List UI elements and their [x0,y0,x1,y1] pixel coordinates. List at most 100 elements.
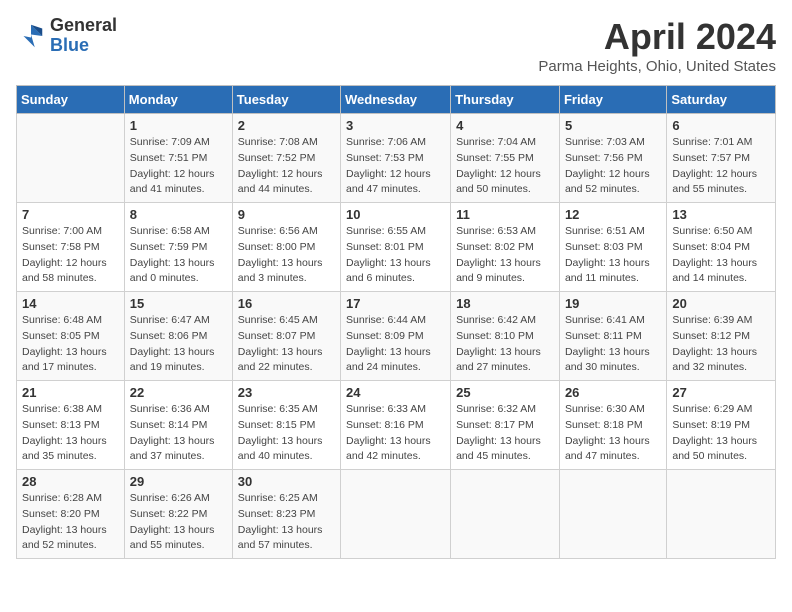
day-info: Sunrise: 6:42 AMSunset: 8:10 PMDaylight:… [456,313,554,376]
day-number: 8 [130,207,227,222]
calendar-cell [17,114,125,203]
weekday-header-thursday: Thursday [451,86,560,114]
day-info: Sunrise: 6:36 AMSunset: 8:14 PMDaylight:… [130,402,227,465]
day-info: Sunrise: 6:26 AMSunset: 8:22 PMDaylight:… [130,491,227,554]
calendar-cell [451,470,560,559]
day-info: Sunrise: 7:09 AMSunset: 7:51 PMDaylight:… [130,135,227,198]
weekday-header-saturday: Saturday [667,86,776,114]
day-number: 9 [238,207,335,222]
day-info: Sunrise: 6:47 AMSunset: 8:06 PMDaylight:… [130,313,227,376]
calendar-cell: 21 Sunrise: 6:38 AMSunset: 8:13 PMDayligh… [17,381,125,470]
day-number: 15 [130,296,227,311]
weekday-header-tuesday: Tuesday [232,86,340,114]
calendar-cell: 7Sunrise: 7:00 AMSunset: 7:58 PMDaylight… [17,203,125,292]
calendar-week-row: 14 Sunrise: 6:48 AMSunset: 8:05 PMDayligh… [17,292,776,381]
weekday-header-sunday: Sunday [17,86,125,114]
calendar-cell: 1 Sunrise: 7:09 AMSunset: 7:51 PMDaylight… [124,114,232,203]
day-info: Sunrise: 6:30 AMSunset: 8:18 PMDaylight:… [565,402,661,465]
calendar-cell: 13Sunrise: 6:50 AMSunset: 8:04 PMDayligh… [667,203,776,292]
calendar-cell: 27 Sunrise: 6:29 AMSunset: 8:19 PMDayligh… [667,381,776,470]
calendar-cell: 12 Sunrise: 6:51 AMSunset: 8:03 PMDayligh… [559,203,666,292]
day-info: Sunrise: 6:56 AMSunset: 8:00 PMDaylight:… [238,224,335,287]
calendar-cell: 10 Sunrise: 6:55 AMSunset: 8:01 PMDayligh… [341,203,451,292]
day-number: 21 [22,385,119,400]
day-info: Sunrise: 6:38 AMSunset: 8:13 PMDaylight:… [22,402,119,465]
calendar-cell: 4 Sunrise: 7:04 AMSunset: 7:55 PMDaylight… [451,114,560,203]
day-number: 26 [565,385,661,400]
calendar-cell: 25Sunrise: 6:32 AMSunset: 8:17 PMDayligh… [451,381,560,470]
calendar-cell: 2 Sunrise: 7:08 AMSunset: 7:52 PMDaylight… [232,114,340,203]
day-info: Sunrise: 6:25 AMSunset: 8:23 PMDaylight:… [238,491,335,554]
logo-blue: Blue [50,36,117,56]
calendar-week-row: 7Sunrise: 7:00 AMSunset: 7:58 PMDaylight… [17,203,776,292]
day-info: Sunrise: 7:06 AMSunset: 7:53 PMDaylight:… [346,135,445,198]
month-title: April 2024 [538,16,776,58]
day-number: 2 [238,118,335,133]
day-number: 5 [565,118,661,133]
calendar-week-row: 21 Sunrise: 6:38 AMSunset: 8:13 PMDayligh… [17,381,776,470]
day-info: Sunrise: 7:04 AMSunset: 7:55 PMDaylight:… [456,135,554,198]
day-number: 14 [22,296,119,311]
day-number: 24 [346,385,445,400]
day-info: Sunrise: 7:08 AMSunset: 7:52 PMDaylight:… [238,135,335,198]
day-number: 12 [565,207,661,222]
day-info: Sunrise: 6:33 AMSunset: 8:16 PMDaylight:… [346,402,445,465]
day-number: 10 [346,207,445,222]
day-number: 23 [238,385,335,400]
day-number: 16 [238,296,335,311]
weekday-header-wednesday: Wednesday [341,86,451,114]
day-info: Sunrise: 6:45 AMSunset: 8:07 PMDaylight:… [238,313,335,376]
calendar-cell: 3 Sunrise: 7:06 AMSunset: 7:53 PMDaylight… [341,114,451,203]
logo-text: General Blue [50,16,117,56]
day-info: Sunrise: 6:35 AMSunset: 8:15 PMDaylight:… [238,402,335,465]
day-number: 3 [346,118,445,133]
day-info: Sunrise: 6:41 AMSunset: 8:11 PMDaylight:… [565,313,661,376]
calendar-cell: 15 Sunrise: 6:47 AMSunset: 8:06 PMDayligh… [124,292,232,381]
day-number: 13 [672,207,770,222]
location-title: Parma Heights, Ohio, United States [538,58,776,75]
calendar-cell: 9 Sunrise: 6:56 AMSunset: 8:00 PMDaylight… [232,203,340,292]
day-info: Sunrise: 7:03 AMSunset: 7:56 PMDaylight:… [565,135,661,198]
day-info: Sunrise: 6:48 AMSunset: 8:05 PMDaylight:… [22,313,119,376]
day-number: 18 [456,296,554,311]
logo: General Blue [16,16,117,56]
day-info: Sunrise: 6:51 AMSunset: 8:03 PMDaylight:… [565,224,661,287]
calendar-table: SundayMondayTuesdayWednesdayThursdayFrid… [16,85,776,559]
calendar-cell [341,470,451,559]
calendar-week-row: 28Sunrise: 6:28 AMSunset: 8:20 PMDayligh… [17,470,776,559]
calendar-cell: 11 Sunrise: 6:53 AMSunset: 8:02 PMDayligh… [451,203,560,292]
day-number: 7 [22,207,119,222]
day-number: 30 [238,474,335,489]
day-number: 22 [130,385,227,400]
calendar-cell [559,470,666,559]
logo-general: General [50,16,117,36]
calendar-cell: 16 Sunrise: 6:45 AMSunset: 8:07 PMDayligh… [232,292,340,381]
day-info: Sunrise: 6:44 AMSunset: 8:09 PMDaylight:… [346,313,445,376]
weekday-header-row: SundayMondayTuesdayWednesdayThursdayFrid… [17,86,776,114]
day-number: 6 [672,118,770,133]
day-info: Sunrise: 6:58 AMSunset: 7:59 PMDaylight:… [130,224,227,287]
weekday-header-monday: Monday [124,86,232,114]
calendar-cell [667,470,776,559]
day-info: Sunrise: 7:01 AMSunset: 7:57 PMDaylight:… [672,135,770,198]
calendar-cell: 14 Sunrise: 6:48 AMSunset: 8:05 PMDayligh… [17,292,125,381]
calendar-cell: 6 Sunrise: 7:01 AMSunset: 7:57 PMDaylight… [667,114,776,203]
calendar-cell: 18 Sunrise: 6:42 AMSunset: 8:10 PMDayligh… [451,292,560,381]
calendar-cell: 24 Sunrise: 6:33 AMSunset: 8:16 PMDayligh… [341,381,451,470]
day-number: 1 [130,118,227,133]
calendar-cell: 29 Sunrise: 6:26 AMSunset: 8:22 PMDayligh… [124,470,232,559]
day-number: 29 [130,474,227,489]
page-header: General Blue April 2024 Parma Heights, O… [16,16,776,75]
day-number: 20 [672,296,770,311]
day-info: Sunrise: 6:39 AMSunset: 8:12 PMDaylight:… [672,313,770,376]
day-number: 11 [456,207,554,222]
day-number: 4 [456,118,554,133]
day-info: Sunrise: 6:55 AMSunset: 8:01 PMDaylight:… [346,224,445,287]
day-number: 27 [672,385,770,400]
day-info: Sunrise: 6:53 AMSunset: 8:02 PMDaylight:… [456,224,554,287]
calendar-cell: 8 Sunrise: 6:58 AMSunset: 7:59 PMDaylight… [124,203,232,292]
calendar-cell: 22 Sunrise: 6:36 AMSunset: 8:14 PMDayligh… [124,381,232,470]
weekday-header-friday: Friday [559,86,666,114]
day-info: Sunrise: 6:29 AMSunset: 8:19 PMDaylight:… [672,402,770,465]
calendar-cell: 5 Sunrise: 7:03 AMSunset: 7:56 PMDaylight… [559,114,666,203]
